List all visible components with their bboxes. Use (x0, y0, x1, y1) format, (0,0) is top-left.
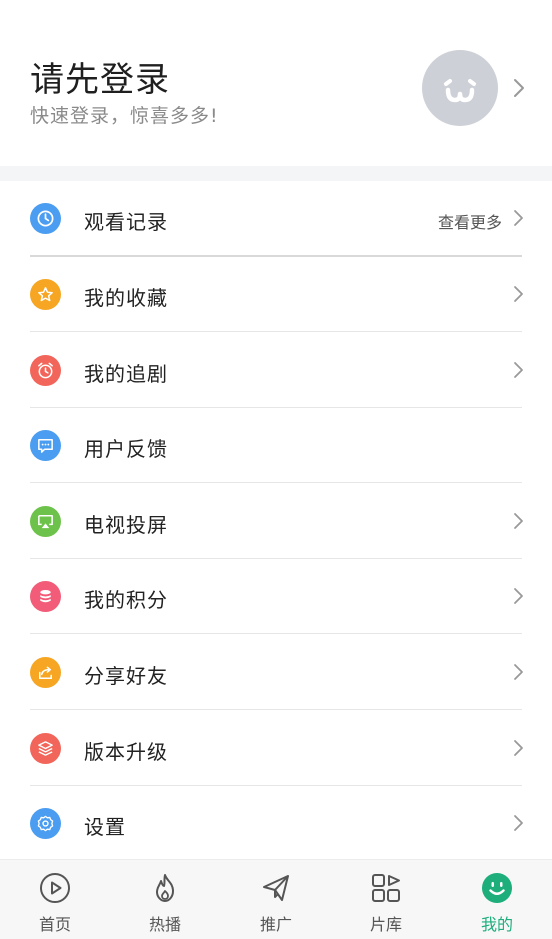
share-icon (30, 657, 61, 688)
menu-item-history[interactable]: 观看记录 查看更多 (0, 181, 552, 257)
flame-icon (156, 874, 174, 902)
menu-item-label: 用户反馈 (84, 437, 168, 461)
layers-icon (30, 733, 61, 764)
tab-label: 热播 (148, 915, 181, 934)
menu-item-label: 我的收藏 (84, 286, 168, 310)
tab-label: 首页 (38, 915, 71, 934)
avatar-face-icon (444, 79, 476, 103)
avatar[interactable] (422, 50, 498, 126)
menu-item-label: 观看记录 (84, 210, 168, 234)
login-subtitle: 快速登录，惊喜多多! (30, 105, 219, 127)
grid-icon (372, 874, 400, 902)
menu-item-label: 我的追剧 (84, 362, 168, 386)
view-more-link[interactable]: 查看更多 (438, 209, 502, 233)
menu-item-follow[interactable]: 我的追剧 (0, 333, 552, 408)
menu-item-feedback[interactable]: 用户反馈 (0, 408, 552, 483)
star-icon (30, 279, 61, 310)
menu-item-points[interactable]: 我的积分 (0, 559, 552, 634)
chevron-right-icon (514, 286, 523, 302)
tab-label: 推广 (259, 915, 292, 934)
tab-mine[interactable]: 我的 (442, 860, 552, 939)
alarm-icon (30, 355, 61, 386)
chevron-right-icon[interactable] (508, 77, 530, 99)
row-divider (30, 709, 522, 710)
gear-icon (30, 808, 61, 839)
tab-promote[interactable]: 推广 (221, 860, 331, 939)
chevron-right-icon (514, 740, 523, 756)
login-header[interactable]: 请先登录 快速登录，惊喜多多! (0, 0, 552, 166)
chevron-right-icon (514, 815, 523, 831)
menu-item-upgrade[interactable]: 版本升级 (0, 711, 552, 786)
row-divider (30, 331, 522, 332)
menu-item-favorites[interactable]: 我的收藏 (0, 257, 552, 332)
menu-item-label: 我的积分 (84, 588, 168, 612)
chevron-right-icon (514, 210, 523, 226)
menu-item-label: 分享好友 (84, 664, 168, 688)
play-circle-icon (40, 873, 70, 903)
menu-item-share[interactable]: 分享好友 (0, 635, 552, 710)
chevron-right-icon (514, 513, 523, 529)
chevron-right-icon (514, 362, 523, 378)
coins-icon (30, 581, 61, 612)
menu-item-settings[interactable]: 设置 (0, 786, 552, 861)
row-divider (30, 633, 522, 634)
login-title[interactable]: 请先登录 (30, 52, 170, 101)
cast-icon (30, 506, 61, 537)
row-divider (30, 482, 522, 483)
tab-label: 我的 (480, 915, 513, 934)
menu-item-label: 版本升级 (84, 740, 168, 764)
chat-icon (30, 430, 61, 461)
clock-icon (30, 203, 61, 234)
smiley-icon (482, 873, 512, 903)
menu-item-label: 电视投屏 (84, 513, 168, 537)
tab-hot[interactable]: 热播 (110, 860, 220, 939)
tab-label: 片库 (369, 915, 402, 934)
tab-home[interactable]: 首页 (0, 860, 110, 939)
menu-item-label: 设置 (84, 815, 126, 839)
section-divider (0, 166, 552, 181)
bottom-tab-bar: 首页 热播 推广 片库 我的 (0, 859, 552, 939)
menu-item-tv-cast[interactable]: 电视投屏 (0, 484, 552, 559)
chevron-right-icon (514, 588, 523, 604)
paper-plane-icon (263, 875, 289, 901)
tab-library[interactable]: 片库 (331, 860, 441, 939)
chevron-right-icon (514, 664, 523, 680)
